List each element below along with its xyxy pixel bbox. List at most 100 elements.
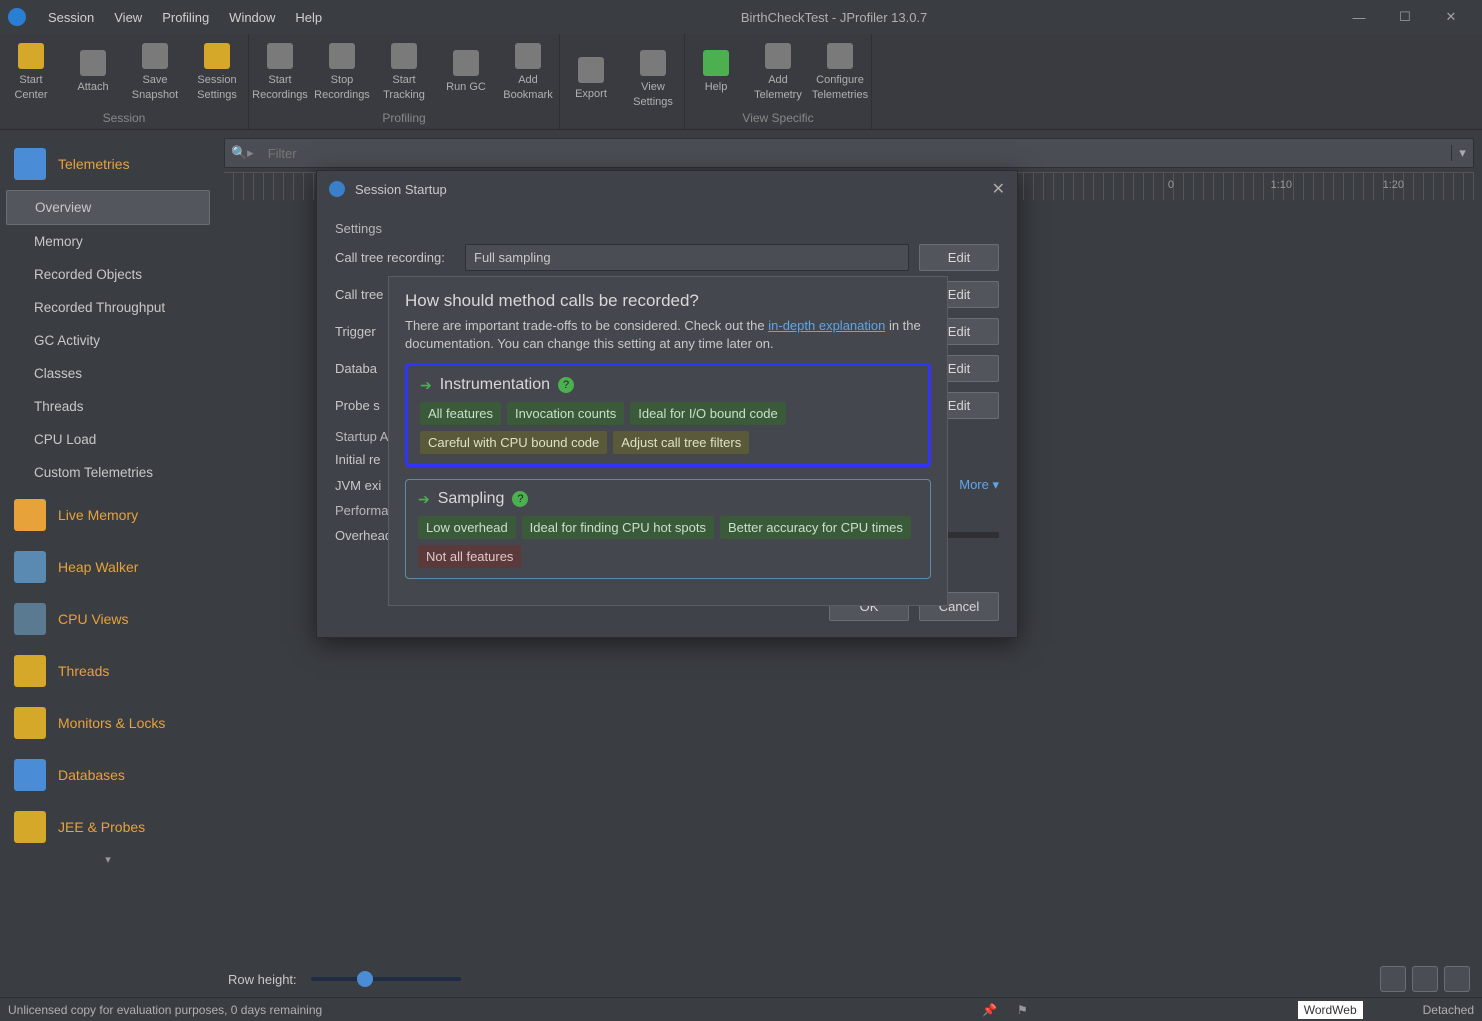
pin-icon[interactable]: 📌 [982, 1003, 997, 1017]
search-icon: 🔍▸ [225, 145, 260, 161]
toolbar-attach-button[interactable]: Attach [62, 34, 124, 111]
sidebar-section-monitors-locks[interactable]: Monitors & Locks [0, 697, 216, 749]
tool-icon [329, 43, 355, 69]
more-link[interactable]: More ▾ [959, 477, 999, 493]
sidebar-item-overview[interactable]: Overview [6, 190, 210, 225]
sidebar-section-jee-probes[interactable]: JEE & Probes [0, 801, 216, 853]
filter-bar: 🔍▸ ▾ [224, 138, 1474, 168]
section-icon [14, 655, 46, 687]
call-tree-recording-value[interactable]: Full sampling [465, 244, 909, 271]
toolbar-view-button[interactable]: ViewSettings [622, 34, 684, 125]
tag: Invocation counts [507, 402, 624, 425]
menu-view[interactable]: View [104, 10, 152, 25]
sidebar-section-databases[interactable]: Databases [0, 749, 216, 801]
sidebar-section-heap-walker[interactable]: Heap Walker [0, 541, 216, 593]
menu-profiling[interactable]: Profiling [152, 10, 219, 25]
minimize-button[interactable]: — [1336, 10, 1382, 25]
toolbar-group-label: Session [0, 111, 248, 129]
edit-button[interactable]: Edit [919, 244, 999, 271]
tag: Ideal for I/O bound code [630, 402, 785, 425]
tool-icon [391, 43, 417, 69]
toolbar-add-button[interactable]: AddTelemetry [747, 34, 809, 111]
tool-icon [204, 43, 230, 69]
sidebar-item-classes[interactable]: Classes [0, 357, 216, 390]
toolbar-help-button[interactable]: Help [685, 34, 747, 111]
sidebar-section-telemetries[interactable]: Telemetries [0, 138, 216, 190]
sidebar-item-cpu-load[interactable]: CPU Load [0, 423, 216, 456]
sidebar-section-label: Telemetries [58, 156, 130, 172]
sampling-title: Sampling [438, 490, 505, 508]
tag: Low overhead [418, 516, 516, 539]
filter-dropdown[interactable]: ▾ [1451, 145, 1473, 161]
toolbar-start-button[interactable]: StartCenter [0, 34, 62, 111]
help-icon[interactable]: ? [512, 491, 528, 507]
dialog-close-button[interactable]: ✕ [992, 179, 1005, 199]
sidebar-item-threads[interactable]: Threads [0, 390, 216, 423]
main-area: Telemetries OverviewMemoryRecorded Objec… [0, 130, 1482, 997]
status-bar: Unlicensed copy for evaluation purposes,… [0, 997, 1482, 1021]
tag: Ideal for finding CPU hot spots [522, 516, 714, 539]
section-icon [14, 707, 46, 739]
toolbar-stop-button[interactable]: StopRecordings [311, 34, 373, 111]
sidebar-section-cpu-views[interactable]: CPU Views [0, 593, 216, 645]
toolbar-configure-button[interactable]: ConfigureTelemetries [809, 34, 871, 111]
menu-session[interactable]: Session [38, 10, 104, 25]
filter-input[interactable] [260, 146, 1451, 161]
help-icon[interactable]: ? [558, 377, 574, 393]
sidebar-section-live-memory[interactable]: Live Memory [0, 489, 216, 541]
close-window-button[interactable]: ✕ [1428, 9, 1474, 25]
menu-help[interactable]: Help [285, 10, 332, 25]
instrumentation-option[interactable]: ➔ Instrumentation ? All featuresInvocati… [405, 363, 931, 467]
settings-heading: Settings [335, 221, 999, 236]
popover-title: How should method calls be recorded? [405, 291, 931, 311]
tag: Careful with CPU bound code [420, 431, 607, 454]
call-tree-recording-label: Call tree recording: [335, 250, 455, 265]
sidebar-item-recorded-throughput[interactable]: Recorded Throughput [0, 291, 216, 324]
app-icon [8, 8, 26, 26]
dialog-title-bar: Session Startup ✕ [317, 171, 1017, 207]
toolbar-session-button[interactable]: SessionSettings [186, 34, 248, 111]
wordweb-badge[interactable]: WordWeb [1298, 1001, 1363, 1019]
section-icon [14, 759, 46, 791]
zoom-in-icon[interactable] [1380, 966, 1406, 992]
title-bar: Session View Profiling Window Help Birth… [0, 0, 1482, 34]
sidebar-section-threads[interactable]: Threads [0, 645, 216, 697]
info-icon [329, 181, 345, 197]
toolbar-start-button[interactable]: StartTracking [373, 34, 435, 111]
toolbar-save-button[interactable]: SaveSnapshot [124, 34, 186, 111]
fit-width-icon[interactable] [1444, 966, 1470, 992]
sidebar-item-gc-activity[interactable]: GC Activity [0, 324, 216, 357]
menu-window[interactable]: Window [219, 10, 285, 25]
toolbar-group-label: Profiling [249, 111, 559, 129]
in-depth-link[interactable]: in-depth explanation [768, 318, 885, 333]
toolbar-start-button[interactable]: StartRecordings [249, 34, 311, 111]
zoom-lock-icon[interactable] [1412, 966, 1438, 992]
sidebar-item-recorded-objects[interactable]: Recorded Objects [0, 258, 216, 291]
row-height-slider[interactable] [311, 977, 461, 981]
tool-icon [827, 43, 853, 69]
license-status: Unlicensed copy for evaluation purposes,… [8, 1003, 322, 1017]
tag: Better accuracy for CPU times [720, 516, 911, 539]
tool-icon [142, 43, 168, 69]
row-height-label: Row height: [228, 972, 297, 987]
tool-icon [765, 43, 791, 69]
recording-method-popover: How should method calls be recorded? The… [388, 276, 948, 606]
toolbar-export-button[interactable]: Export [560, 34, 622, 125]
section-icon [14, 499, 46, 531]
toolbar-group-label: View Specific [685, 111, 871, 129]
toolbar-run-gc-button[interactable]: Run GC [435, 34, 497, 111]
arrow-icon: ➔ [418, 491, 430, 508]
sidebar-item-memory[interactable]: Memory [0, 225, 216, 258]
maximize-button[interactable]: ☐ [1382, 9, 1428, 25]
arrow-icon: ➔ [420, 377, 432, 394]
toolbar-add-button[interactable]: AddBookmark [497, 34, 559, 111]
sidebar-item-custom-telemetries[interactable]: Custom Telemetries [0, 456, 216, 489]
tool-icon [453, 50, 479, 76]
sampling-option[interactable]: ➔ Sampling ? Low overhead Ideal for findi… [405, 479, 931, 579]
content-area: 🔍▸ ▾ 0 1:10 1:20 Session Startup ✕ Setti… [216, 130, 1482, 997]
toolbar-group-label [560, 125, 684, 129]
flag-icon[interactable]: ⚑ [1017, 1003, 1028, 1017]
tag: All features [420, 402, 501, 425]
row-height-bar: Row height: [216, 961, 1482, 997]
section-icon [14, 603, 46, 635]
